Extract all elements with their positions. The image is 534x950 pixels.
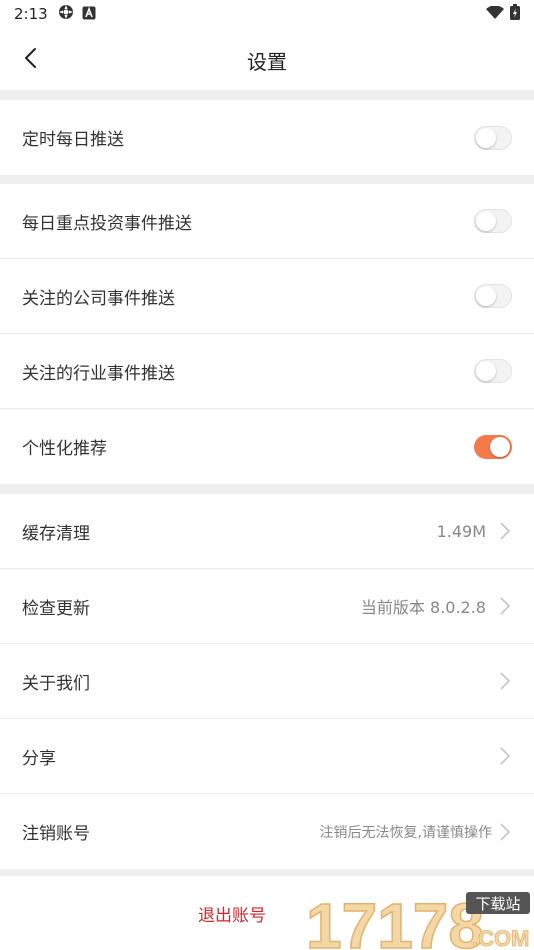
- chevron-right-icon: [498, 745, 512, 767]
- setting-label: 关注的公司事件推送: [22, 288, 175, 309]
- wifi-icon: [486, 4, 504, 24]
- toggle-knob: [476, 286, 496, 306]
- setting-row-company-event-push: 关注的公司事件推送: [0, 259, 534, 334]
- cancel-account-warning: 注销后无法恢复,请谨慎操作: [319, 824, 492, 841]
- chevron-right-icon: [498, 595, 512, 617]
- personalized-recommend-toggle[interactable]: [474, 434, 512, 459]
- general-settings-group: 缓存清理 1.49M 检查更新 当前版本 8.0.2.8 关于我们 分享 注销账…: [0, 494, 534, 869]
- chevron-right-icon: [498, 821, 512, 843]
- app-notification-icon: [82, 5, 96, 24]
- setting-row-share[interactable]: 分享: [0, 719, 534, 794]
- key-investment-push-toggle[interactable]: [474, 209, 512, 233]
- toggle-knob: [490, 436, 510, 457]
- cache-size-value: 1.49M: [436, 521, 486, 541]
- setting-row-daily-push: 定时每日推送: [0, 100, 534, 175]
- setting-row-cache-clear[interactable]: 缓存清理 1.49M: [0, 494, 534, 569]
- setting-label: 个性化推荐: [22, 439, 107, 459]
- setting-row-check-update[interactable]: 检查更新 当前版本 8.0.2.8: [0, 569, 534, 644]
- setting-row-cancel-account[interactable]: 注销账号 注销后无法恢复,请谨慎操作: [0, 794, 534, 869]
- watermark-logo: 17178 下载站 .COM: [306, 889, 530, 950]
- daily-push-toggle[interactable]: [474, 125, 512, 150]
- version-value: 当前版本 8.0.2.8: [360, 598, 486, 617]
- setting-label: 关于我们: [22, 673, 90, 694]
- industry-event-push-toggle[interactable]: [474, 359, 512, 383]
- setting-label: 关注的行业事件推送: [22, 363, 175, 384]
- company-event-push-toggle[interactable]: [474, 284, 512, 308]
- setting-row-personalized-recommend: 个性化推荐: [0, 409, 534, 484]
- watermark-tag: 下载站: [475, 895, 520, 913]
- toggle-knob: [476, 211, 496, 231]
- app-header: 设置: [0, 28, 534, 90]
- chevron-right-icon: [498, 670, 512, 692]
- toggle-knob: [476, 361, 496, 381]
- settings-notification-icon: [58, 4, 74, 24]
- page-title: 设置: [247, 50, 287, 74]
- status-bar: 2:13: [0, 0, 534, 28]
- watermark-number: 17178: [306, 890, 484, 950]
- setting-label: 定时每日推送: [22, 130, 124, 150]
- logout-label: 退出账号: [198, 905, 266, 926]
- chevron-right-icon: [498, 520, 512, 542]
- setting-row-key-investment-push: 每日重点投资事件推送: [0, 184, 534, 259]
- setting-label: 缓存清理: [22, 523, 90, 544]
- setting-label: 注销账号: [22, 824, 90, 844]
- setting-label: 每日重点投资事件推送: [22, 213, 192, 234]
- push-settings-group: 定时每日推送: [0, 100, 534, 175]
- setting-label: 检查更新: [22, 598, 90, 619]
- watermark-domain: .COM: [472, 926, 529, 950]
- battery-icon: [510, 4, 520, 24]
- setting-label: 分享: [22, 748, 56, 769]
- event-push-group: 每日重点投资事件推送 关注的公司事件推送 关注的行业事件推送 个性化推荐: [0, 184, 534, 484]
- setting-row-industry-event-push: 关注的行业事件推送: [0, 334, 534, 409]
- setting-row-about-us[interactable]: 关于我们: [0, 644, 534, 719]
- toggle-knob: [476, 127, 496, 148]
- status-time: 2:13: [14, 5, 48, 23]
